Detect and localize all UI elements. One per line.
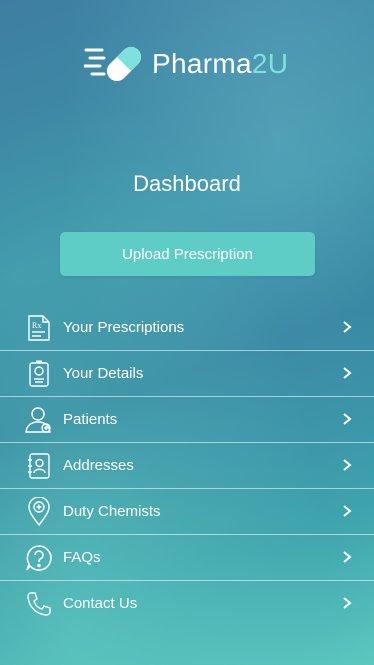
menu-item-label: Duty Chemists: [63, 503, 161, 520]
pill-logo-icon: [84, 46, 142, 82]
question-icon: [24, 543, 54, 573]
prescription-icon: Rx: [24, 313, 54, 343]
menu-item-label: Contact Us: [63, 595, 138, 612]
upload-prescription-button[interactable]: Upload Prescription: [60, 232, 315, 276]
patient-icon: [24, 405, 54, 435]
menu-item-addresses[interactable]: Addresses: [0, 443, 374, 489]
chevron-right-icon: [343, 505, 352, 517]
location-pin-icon: [24, 497, 54, 527]
chevron-right-icon: [343, 413, 352, 425]
menu-item-contact-us[interactable]: Contact Us: [0, 581, 374, 626]
menu-item-label: Patients: [63, 411, 118, 428]
chevron-right-icon: [343, 321, 352, 333]
menu-item-your-details[interactable]: Your Details: [0, 351, 374, 397]
id-badge-icon: [24, 359, 54, 389]
menu-item-label: Your Prescriptions: [63, 319, 185, 336]
chevron-right-icon: [343, 367, 352, 379]
chevron-right-icon: [343, 459, 352, 471]
chevron-right-icon: [343, 597, 352, 609]
menu-item-label: Your Details: [63, 365, 144, 382]
address-book-icon: [24, 451, 54, 481]
chevron-right-icon: [343, 551, 352, 563]
menu-item-patients[interactable]: Patients: [0, 397, 374, 443]
svg-text:Rx: Rx: [32, 321, 41, 330]
menu-item-your-prescriptions[interactable]: Rx Your Prescriptions: [0, 305, 374, 351]
brand-name: Pharma2U: [152, 48, 289, 79]
menu-item-label: Addresses: [63, 457, 134, 474]
phone-icon: [24, 589, 54, 619]
dashboard-menu: Rx Your Prescriptions Your Details Patie…: [0, 305, 374, 626]
page-title: Dashboard: [133, 171, 241, 196]
menu-item-duty-chemists[interactable]: Duty Chemists: [0, 489, 374, 535]
menu-item-faqs[interactable]: FAQs: [0, 535, 374, 581]
app-logo: Pharma2U: [84, 38, 304, 90]
menu-item-label: FAQs: [63, 549, 101, 566]
